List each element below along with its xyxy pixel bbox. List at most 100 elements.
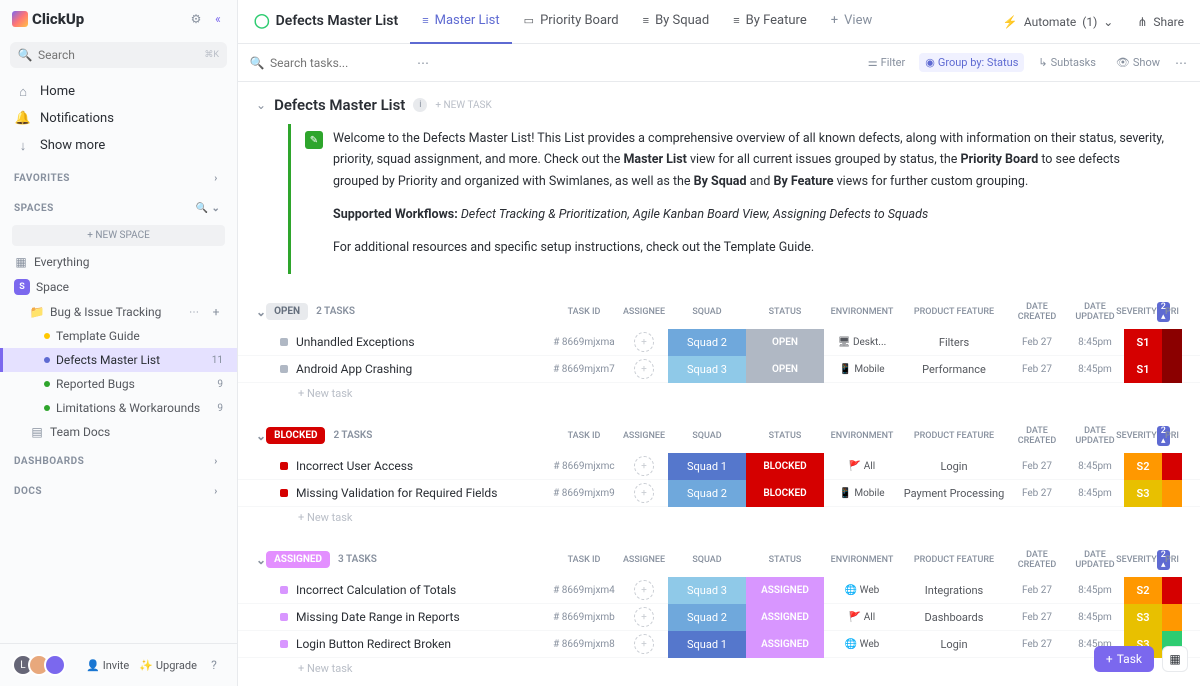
col-assignee[interactable]: ASSIGNEE (620, 431, 668, 441)
help-icon[interactable]: ? (207, 658, 221, 672)
cell-assignee[interactable]: + (620, 580, 668, 600)
col-assignee[interactable]: ASSIGNEE (620, 307, 668, 317)
col-priority[interactable]: PRI (1162, 546, 1182, 573)
col-product-feature[interactable]: PRODUCT FEATURE (900, 555, 1008, 565)
cell-product-feature[interactable]: Login (900, 460, 1008, 473)
task-row[interactable]: Missing Validation for Required Fields #… (238, 480, 1200, 507)
cell-product-feature[interactable]: Login (900, 638, 1008, 651)
cell-status[interactable]: OPEN (746, 356, 824, 383)
cell-priority[interactable] (1162, 329, 1182, 356)
col-squad[interactable]: SQUAD (668, 307, 746, 317)
add-assignee-icon[interactable]: + (634, 483, 654, 503)
cell-severity[interactable]: S2 (1124, 577, 1162, 604)
invite-button[interactable]: 👤 Invite (86, 659, 129, 672)
gear-icon[interactable]: ⚙ (189, 12, 203, 26)
apps-fab[interactable]: ▦ (1162, 646, 1188, 672)
task-name[interactable]: Login Button Redirect Broken (288, 637, 451, 651)
group-header[interactable]: ⌄OPEN2 TASKS TASK ID ASSIGNEE SQUAD STAT… (238, 294, 1200, 329)
nav-team-docs[interactable]: ▤Team Docs (0, 420, 237, 444)
sidebar-item[interactable]: Limitations & Workarounds9 (0, 396, 237, 420)
favorites-header[interactable]: FAVORITES› (0, 161, 237, 191)
cell-environment[interactable]: 🌐 Web (824, 585, 900, 596)
cell-product-feature[interactable]: Dashboards (900, 611, 1008, 624)
col-priority[interactable]: PRI (1162, 298, 1182, 325)
cell-squad[interactable]: Squad 1 (668, 453, 746, 480)
cell-squad[interactable]: Squad 2 (668, 329, 746, 356)
task-name[interactable]: Incorrect Calculation of Totals (288, 583, 456, 597)
col-status[interactable]: STATUS (746, 431, 824, 441)
cell-assignee[interactable]: + (620, 456, 668, 476)
add-assignee-icon[interactable]: + (634, 607, 654, 627)
new-task-button[interactable]: + NEW TASK (435, 100, 491, 111)
cell-priority[interactable] (1162, 480, 1182, 507)
new-task-fab[interactable]: + Task (1094, 646, 1154, 672)
share-button[interactable]: ⋔ Share (1125, 15, 1196, 29)
chevron-down-icon[interactable]: ⌄ (256, 98, 266, 112)
new-space-button[interactable]: + NEW SPACE (12, 225, 225, 246)
col-priority[interactable]: PRI (1162, 422, 1182, 449)
col-assignee[interactable]: ASSIGNEE (620, 555, 668, 565)
plus-icon[interactable]: + (209, 305, 223, 319)
cell-environment[interactable]: 📱 Mobile (824, 488, 900, 499)
col-status[interactable]: STATUS (746, 307, 824, 317)
sidebar-item[interactable]: Defects Master List11 (0, 348, 237, 372)
cell-status[interactable]: ASSIGNED (746, 577, 824, 604)
cell-assignee[interactable]: + (620, 634, 668, 654)
cell-squad[interactable]: Squad 2 (668, 480, 746, 507)
cell-assignee[interactable]: + (620, 607, 668, 627)
cell-squad[interactable]: Squad 3 (668, 577, 746, 604)
task-name[interactable]: Android App Crashing (288, 362, 412, 376)
col-severity[interactable]: SEVERITY 2 ▴ (1124, 426, 1162, 446)
collapse-icon[interactable]: « (211, 12, 225, 26)
group-header[interactable]: ⌄ASSIGNED3 TASKS TASK ID ASSIGNEE SQUAD … (238, 542, 1200, 577)
cell-severity[interactable]: S1 (1124, 329, 1162, 356)
col-task-id[interactable]: TASK ID (548, 431, 620, 441)
search-icon[interactable]: 🔍 (195, 201, 209, 215)
upgrade-button[interactable]: ✨ Upgrade (139, 659, 197, 672)
nav-folder[interactable]: 📁Bug & Issue Tracking⋯+ (0, 300, 237, 324)
add-task-button[interactable]: + New task (238, 658, 1200, 679)
col-product-feature[interactable]: PRODUCT FEATURE (900, 307, 1008, 317)
task-name[interactable]: Missing Date Range in Reports (288, 610, 460, 624)
show-button[interactable]: 👁 Show (1110, 53, 1166, 72)
cell-environment[interactable]: 🚩 All (824, 612, 900, 623)
col-squad[interactable]: SQUAD (668, 431, 746, 441)
spaces-header[interactable]: SPACES🔍⌄ (0, 191, 237, 221)
more-icon[interactable]: ⋯ (416, 56, 430, 70)
dashboards-header[interactable]: DASHBOARDS› (0, 444, 237, 474)
cell-product-feature[interactable]: Payment Processing (900, 487, 1008, 500)
cell-priority[interactable] (1162, 604, 1182, 631)
col-date-created[interactable]: DATE CREATED (1008, 426, 1066, 446)
nav-space[interactable]: SSpace (0, 274, 237, 300)
cell-product-feature[interactable]: Filters (900, 336, 1008, 349)
add-task-button[interactable]: + New task (238, 507, 1200, 528)
task-row[interactable]: Android App Crashing # 8669mjxm7 + Squad… (238, 356, 1200, 383)
chevron-down-icon[interactable]: ⌄ (256, 429, 266, 443)
cell-priority[interactable] (1162, 356, 1182, 383)
task-row[interactable]: Unhandled Exceptions # 8669mjxma + Squad… (238, 329, 1200, 356)
cell-status[interactable]: OPEN (746, 329, 824, 356)
add-view-button[interactable]: + View (819, 0, 885, 44)
cell-assignee[interactable]: + (620, 332, 668, 352)
sidebar-item[interactable]: Template Guide (0, 324, 237, 348)
task-row[interactable]: Incorrect Calculation of Totals # 8669mj… (238, 577, 1200, 604)
col-date-created[interactable]: DATE CREATED (1008, 550, 1066, 570)
cell-severity[interactable]: S2 (1124, 453, 1162, 480)
cell-assignee[interactable]: + (620, 483, 668, 503)
cell-status[interactable]: BLOCKED (746, 480, 824, 507)
nav-show-more[interactable]: ↓Show more (0, 132, 237, 159)
col-severity[interactable]: SEVERITY 2 ▴ (1124, 550, 1162, 570)
task-row[interactable]: Incorrect User Access # 8669mjxmc + Squa… (238, 453, 1200, 480)
cell-environment[interactable]: 📱 Mobile (824, 364, 900, 375)
tab-by-squad[interactable]: ≡By Squad (631, 0, 722, 44)
cell-status[interactable]: ASSIGNED (746, 604, 824, 631)
task-name[interactable]: Unhandled Exceptions (288, 335, 415, 349)
cell-environment[interactable]: 🖥 Deskt... (824, 337, 900, 348)
cell-environment[interactable]: 🌐 Web (824, 639, 900, 650)
chevron-down-icon[interactable]: ⌄ (256, 305, 266, 319)
tab-priority-board[interactable]: ▭Priority Board (512, 0, 631, 44)
cell-assignee[interactable]: + (620, 359, 668, 379)
more-icon[interactable]: ⋯ (1174, 56, 1188, 70)
subtasks-button[interactable]: ↳ Subtasks (1032, 53, 1102, 72)
list-name-tab[interactable]: ◯Defects Master List (242, 0, 410, 44)
